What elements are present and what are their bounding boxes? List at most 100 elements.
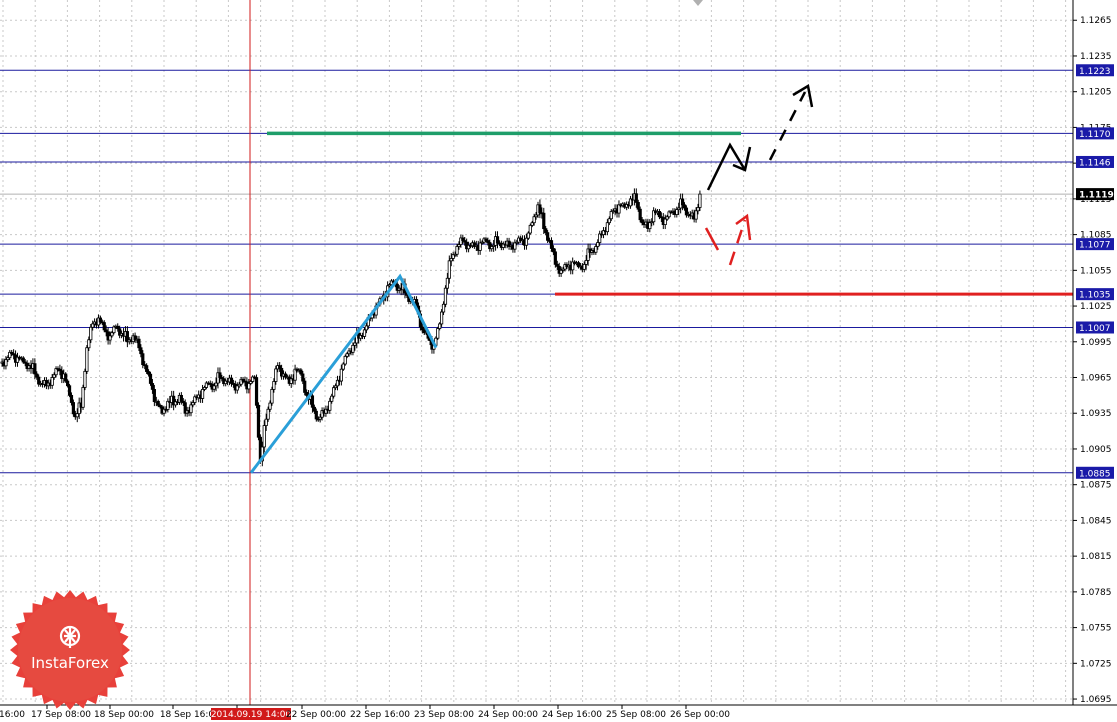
highlighted-time-label: 2014.09.19 14:00 — [211, 710, 292, 720]
y-tick-label: 1.1265 — [1080, 16, 1112, 26]
y-tick-label: 1.0995 — [1080, 338, 1112, 348]
candle-body — [67, 385, 72, 396]
candle-body — [582, 263, 586, 270]
candle-body — [112, 326, 116, 334]
candle-body — [680, 198, 685, 206]
y-tick-label: 1.1205 — [1080, 88, 1112, 98]
candle-body — [270, 389, 274, 404]
y-tick-label: 1.1025 — [1080, 302, 1112, 312]
x-tick-label: 23 Sep 08:00 — [414, 710, 474, 720]
candle-body — [362, 329, 367, 337]
candle-body — [542, 212, 546, 230]
candle-body — [264, 418, 268, 426]
x-tick-label: 24 Sep 16:00 — [542, 710, 602, 720]
candle-body — [364, 325, 369, 331]
chart-background — [0, 0, 1117, 722]
candle-body — [66, 380, 70, 387]
level-tag-label: 1.1035 — [1079, 291, 1111, 301]
candle-body — [305, 391, 309, 396]
candle-body — [229, 377, 234, 384]
candle-body — [33, 363, 37, 375]
candle-body — [513, 242, 517, 250]
candle-body — [351, 344, 355, 353]
candle-body — [189, 404, 193, 414]
candle-body — [52, 374, 56, 378]
candle-body — [553, 251, 557, 265]
candle-body — [64, 373, 68, 382]
candle-body — [274, 368, 278, 382]
y-tick-label: 1.0965 — [1080, 374, 1112, 384]
x-tick-label: 16:00 — [0, 710, 25, 720]
candle-body — [272, 381, 276, 390]
candle-body — [179, 394, 183, 402]
y-tick-label: 1.0755 — [1080, 624, 1112, 634]
right-axis-bg — [1073, 0, 1117, 722]
candle-body — [440, 311, 444, 325]
candle-body — [609, 211, 613, 220]
candle-body — [214, 382, 218, 387]
y-tick-label: 1.1235 — [1080, 52, 1112, 62]
candle-body — [87, 339, 91, 349]
candle-body — [299, 369, 303, 375]
candle-body — [528, 224, 532, 234]
candle-body — [268, 402, 272, 410]
candle-body — [312, 406, 316, 412]
candle-body — [35, 373, 39, 378]
y-tick-label: 1.0845 — [1080, 516, 1112, 526]
candle-body — [200, 389, 205, 399]
candle-body — [332, 387, 336, 397]
candle-body — [110, 332, 114, 337]
y-tick-label: 1.0695 — [1080, 695, 1112, 705]
candle-body — [636, 202, 640, 210]
candle-body — [69, 394, 74, 403]
x-tick-label: 26 Sep 00:00 — [670, 710, 730, 720]
candle-body — [657, 211, 662, 218]
candle-body — [546, 232, 550, 241]
candle-body — [212, 385, 216, 390]
candle-body — [455, 246, 459, 255]
candle-body — [696, 207, 700, 212]
candle-body — [438, 323, 442, 329]
candle-body — [314, 410, 318, 420]
candle-body — [640, 219, 644, 224]
candle-body — [605, 222, 609, 233]
candle-body — [141, 353, 145, 366]
y-tick-label: 1.0935 — [1080, 409, 1112, 419]
candle-body — [675, 209, 679, 215]
candle-body — [262, 425, 266, 448]
candle-body — [254, 377, 259, 406]
candle-body — [447, 260, 451, 279]
candle-body — [71, 402, 75, 415]
level-tag-label: 1.1007 — [1079, 324, 1111, 334]
candle-body — [310, 395, 315, 408]
x-tick-label: 24 Sep 00:00 — [478, 710, 538, 720]
candle-body — [156, 400, 160, 406]
y-tick-label: 1.0785 — [1080, 588, 1112, 598]
level-tag-label: 1.1146 — [1079, 158, 1111, 168]
candle-body — [443, 287, 448, 305]
candle-body — [150, 383, 155, 390]
candle-body — [551, 248, 556, 253]
candle-body — [37, 376, 41, 385]
candle-body — [341, 363, 345, 370]
candle-body — [303, 380, 307, 393]
x-tick-label: 17 Sep 08:00 — [31, 710, 91, 720]
candle-body — [98, 317, 102, 323]
y-tick-label: 1.1055 — [1080, 266, 1112, 276]
candle-body — [301, 373, 305, 382]
candle-body — [235, 385, 239, 391]
candle-body — [148, 373, 153, 384]
candle-body — [682, 204, 687, 209]
level-tag-label: 1.0885 — [1079, 469, 1111, 479]
candle-body — [330, 395, 334, 402]
candle-body — [137, 338, 141, 349]
candle-body — [102, 322, 106, 331]
logo-inner-circle — [18, 598, 122, 702]
candle-body — [81, 387, 85, 408]
candle-body — [584, 260, 588, 265]
candle-body — [420, 326, 424, 331]
candle-body — [85, 347, 89, 372]
candle-body — [4, 359, 8, 367]
price-chart[interactable]: 1.12651.12351.12051.11751.11451.11151.10… — [0, 0, 1117, 722]
candle-body — [538, 204, 542, 214]
